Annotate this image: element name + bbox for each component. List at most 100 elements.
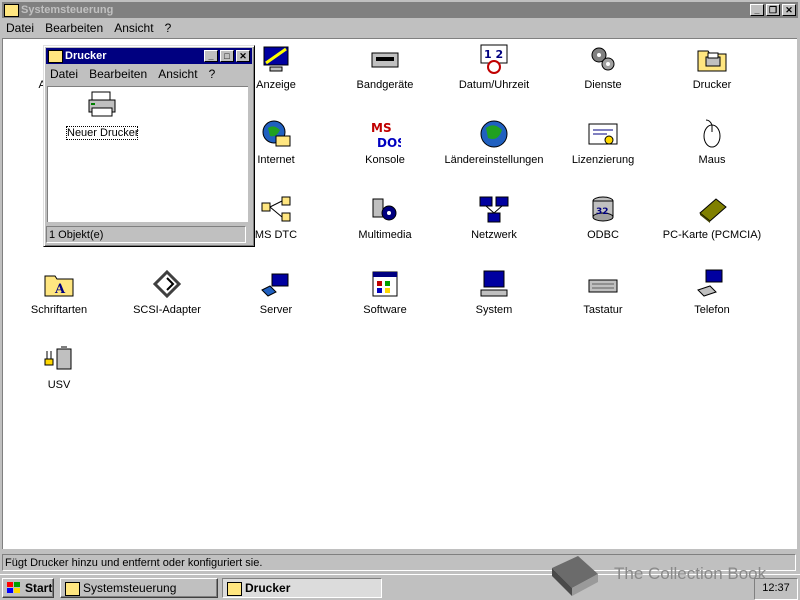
cp-item-label: PC-Karte (PCMCIA) [662, 229, 762, 241]
start-button[interactable]: Start [2, 578, 54, 598]
cp-item-label: Multimedia [358, 229, 412, 241]
add-printer-icon [88, 91, 116, 117]
printers-minimize-button[interactable]: _ [204, 50, 218, 62]
keyboard-icon [587, 268, 619, 300]
cp-item-label: Schriftarten [30, 304, 88, 316]
menu-ansicht[interactable]: Ansicht [114, 21, 153, 35]
svg-text:32: 32 [596, 207, 609, 217]
printers-close-button[interactable]: ✕ [236, 50, 250, 62]
printers-menu-ansicht[interactable]: Ansicht [158, 67, 197, 81]
window-title: Systemsteuerung [21, 4, 114, 16]
cp-item-label: Maus [698, 154, 726, 166]
cp-item-label: SCSI-Adapter [133, 304, 201, 316]
calendar-clock-icon: 1 2 [478, 43, 510, 75]
cp-item-konsole[interactable]: MSDOS Konsole [331, 118, 439, 166]
certificate-icon [587, 118, 619, 150]
printers-window: Drucker _ □ ✕ Datei Bearbeiten Ansicht ?… [43, 45, 255, 247]
software-icon [369, 268, 401, 300]
cp-item-label: System [475, 304, 513, 316]
cp-item-pc-karte-pcmcia-[interactable]: PC-Karte (PCMCIA) [658, 193, 766, 241]
cp-item-label: Server [259, 304, 293, 316]
cp-item-bandgeräte[interactable]: Bandgeräte [331, 43, 439, 91]
cp-item-label: Drucker [692, 79, 732, 91]
cp-item-drucker[interactable]: Drucker [658, 43, 766, 91]
task-systemsteuerung-label: Systemsteuerung [83, 581, 177, 595]
menu-bearbeiten[interactable]: Bearbeiten [45, 21, 103, 35]
printers-menu-bar: Datei Bearbeiten Ansicht ? [46, 65, 252, 83]
printer-folder-icon [48, 50, 63, 63]
printers-maximize-button[interactable]: □ [220, 50, 234, 62]
printers-titlebar[interactable]: Drucker _ □ ✕ [46, 48, 252, 64]
cp-item-label: Tastatur [583, 304, 623, 316]
printers-menu-datei[interactable]: Datei [50, 67, 78, 81]
cp-item-label: ODBC [587, 229, 619, 241]
watermark: The Collection Book [548, 552, 798, 598]
new-printer-label: Neuer Drucker [66, 126, 139, 140]
network-icon [478, 193, 510, 225]
cp-item-label: USV [47, 379, 71, 391]
watermark-text: The Collection Book [614, 564, 767, 583]
close-button[interactable]: ✕ [782, 4, 796, 16]
cp-item-dienste[interactable]: Dienste [549, 43, 657, 91]
cp-item-label: Lizenzierung [571, 154, 635, 166]
control-panel-icon [65, 582, 80, 596]
ms-dos-icon: MSDOS [369, 118, 406, 150]
svg-text:MS: MS [371, 121, 392, 135]
cp-item-tastatur[interactable]: Tastatur [549, 268, 657, 316]
cp-item-software[interactable]: Software [331, 268, 439, 316]
cp-item-lizenzierung[interactable]: Lizenzierung [549, 118, 657, 166]
globe-phone-icon [260, 118, 292, 150]
computer-icon [478, 268, 510, 300]
cp-item-label: Datum/Uhrzeit [458, 79, 530, 91]
dtc-icon [260, 193, 292, 225]
server-icon [260, 268, 292, 300]
printers-status-bar: 1 Objekt(e) [46, 226, 246, 243]
cp-item-label: Telefon [694, 304, 730, 316]
cp-item-label: Dienste [584, 79, 622, 91]
multimedia-icon [369, 193, 401, 225]
menu-bar: Datei Bearbeiten Ansicht ? [2, 19, 798, 37]
printers-menu-bearbeiten[interactable]: Bearbeiten [89, 67, 147, 81]
scsi-icon [151, 268, 183, 300]
cp-item-telefon[interactable]: Telefon [658, 268, 766, 316]
display-icon [260, 43, 292, 75]
ups-icon [43, 343, 75, 375]
minimize-button[interactable]: _ [750, 4, 764, 16]
printers-menu-help[interactable]: ? [209, 67, 216, 81]
cp-item-system[interactable]: System [440, 268, 548, 316]
printer-folder-icon [696, 43, 728, 75]
cp-item-datum-uhrzeit[interactable]: 1 2 Datum/Uhrzeit [440, 43, 548, 91]
odbc-icon: 32 [587, 193, 619, 225]
new-printer-item[interactable]: Neuer Drucker [66, 89, 139, 140]
menu-datei[interactable]: Datei [6, 21, 34, 35]
printer-folder-icon [227, 582, 242, 596]
cp-item-multimedia[interactable]: Multimedia [331, 193, 439, 241]
restore-button[interactable]: ❐ [766, 4, 780, 16]
task-drucker-label: Drucker [245, 581, 291, 595]
telephone-icon [696, 268, 728, 300]
cp-item-schriftarten[interactable]: A Schriftarten [5, 268, 113, 316]
printers-content: Neuer Drucker [47, 86, 248, 222]
cp-item-server[interactable]: Server [222, 268, 330, 316]
globe-icon [478, 118, 510, 150]
svg-text:A: A [54, 282, 66, 297]
cp-item-label: Ländereinstellungen [444, 154, 544, 166]
cp-item-label: Software [363, 304, 407, 316]
svg-text:1 2: 1 2 [484, 48, 503, 61]
cp-item-netzwerk[interactable]: Netzwerk [440, 193, 548, 241]
start-label: Start [25, 581, 53, 595]
cp-item-label: Konsole [365, 154, 405, 166]
control-panel-titlebar[interactable]: Systemsteuerung _ ❐ ✕ [2, 2, 798, 18]
gears-icon [587, 43, 619, 75]
menu-help[interactable]: ? [165, 21, 172, 35]
control-panel-icon [4, 4, 19, 17]
cp-item-scsi-adapter[interactable]: SCSI-Adapter [113, 268, 221, 316]
cp-item-label: Bandgeräte [356, 79, 414, 91]
cp-item-maus[interactable]: Maus [658, 118, 766, 166]
tape-drive-icon [369, 43, 401, 75]
task-systemsteuerung[interactable]: Systemsteuerung [60, 578, 218, 598]
cp-item-odbc[interactable]: 32 ODBC [549, 193, 657, 241]
cp-item-usv[interactable]: USV [5, 343, 113, 391]
task-drucker[interactable]: Drucker [222, 578, 382, 598]
cp-item-ländereinstellungen[interactable]: Ländereinstellungen [440, 118, 548, 166]
